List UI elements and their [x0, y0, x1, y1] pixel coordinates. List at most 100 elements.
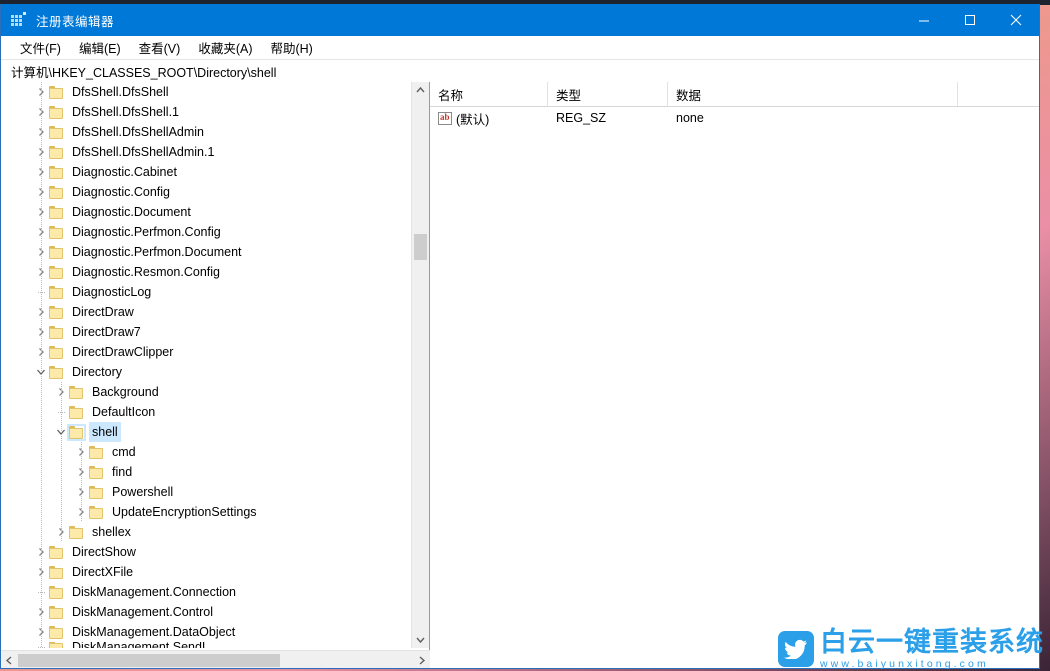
menu-bar: 文件(F) 编辑(E) 查看(V) 收藏夹(A) 帮助(H) — [1, 36, 1039, 60]
tree-item-diskmanagement-connection[interactable]: DiskManagement.Connection — [1, 582, 405, 602]
tree-item-dfsshell-dfsshelladmin[interactable]: DfsShell.DfsShellAdmin — [1, 122, 405, 142]
tree-item-label: Powershell — [109, 482, 176, 502]
menu-help[interactable]: 帮助(H) — [261, 36, 321, 59]
tree-guide-line — [61, 442, 62, 462]
tree-guide-line — [41, 502, 42, 522]
tree-guide-line — [41, 602, 42, 622]
tree-item-diagnostic-perfmon-document[interactable]: Diagnostic.Perfmon.Document — [1, 242, 405, 262]
tree-item-directory[interactable]: Directory — [1, 362, 405, 382]
tree-guide-line — [41, 482, 42, 502]
tree-item-background[interactable]: Background — [1, 382, 405, 402]
tree-item-diagnostic-resmon-config[interactable]: Diagnostic.Resmon.Config — [1, 262, 405, 282]
menu-edit[interactable]: 编辑(E) — [70, 36, 130, 59]
column-data[interactable]: 数据 — [668, 82, 958, 106]
tree-guide-line — [41, 222, 42, 242]
minimize-button[interactable] — [901, 4, 947, 36]
tree-item-directdraw[interactable]: DirectDraw — [1, 302, 405, 322]
column-type[interactable]: 类型 — [548, 82, 668, 106]
tree-guide-line — [81, 502, 82, 522]
folder-icon — [49, 626, 64, 639]
tree-guide-line — [41, 162, 42, 182]
tree-guide-line — [41, 422, 42, 442]
tree-scroll-thumb[interactable] — [414, 234, 427, 260]
scroll-left-arrow[interactable] — [1, 656, 18, 665]
tree-guide-line — [41, 442, 42, 462]
tree-item-diskmanagement-control[interactable]: DiskManagement.Control — [1, 602, 405, 622]
registry-key-tree[interactable]: DfsShell.DfsShellDfsShell.DfsShell.1DfsS… — [1, 82, 405, 648]
folder-icon — [49, 126, 64, 139]
tree-item-label: DirectXFile — [69, 562, 136, 582]
tree-item-shellex[interactable]: shellex — [1, 522, 405, 542]
tree-guide-line — [61, 502, 62, 522]
folder-icon — [49, 642, 64, 648]
tree-guide-line — [61, 422, 62, 442]
tree-item-diagnostic-cabinet[interactable]: Diagnostic.Cabinet — [1, 162, 405, 182]
address-bar[interactable]: 计算机\HKEY_CLASSES_ROOT\Directory\shell — [1, 60, 1039, 83]
folder-icon — [49, 166, 64, 179]
menu-favorites[interactable]: 收藏夹(A) — [189, 36, 261, 59]
menu-file[interactable]: 文件(F) — [11, 36, 70, 59]
tree-item-diagnostic-perfmon-config[interactable]: Diagnostic.Perfmon.Config — [1, 222, 405, 242]
scroll-right-arrow[interactable] — [413, 656, 430, 665]
tree-item-directdrawclipper[interactable]: DirectDrawClipper — [1, 342, 405, 362]
tree-guide-line — [61, 482, 62, 502]
menu-view[interactable]: 查看(V) — [130, 36, 190, 59]
table-row[interactable]: (默认) REG_SZ none — [430, 107, 1040, 129]
tree-hscroll-thumb[interactable] — [18, 654, 280, 667]
tree-item-dfsshell-dfsshelladmin-1[interactable]: DfsShell.DfsShellAdmin.1 — [1, 142, 405, 162]
tree-guide-line — [81, 462, 82, 482]
tree-item-label: shellex — [89, 522, 134, 542]
tree-guide-line — [41, 622, 42, 642]
folder-icon — [49, 306, 64, 319]
registry-editor-window: 注册表编辑器 文件(F) 编辑(E) 查看(V) 收藏夹(A) 帮助(H) 计算… — [0, 4, 1040, 669]
folder-icon — [49, 366, 64, 379]
tree-item-dfsshell-dfsshell[interactable]: DfsShell.DfsShell — [1, 82, 405, 102]
tree-item-label: Diagnostic.Cabinet — [69, 162, 180, 182]
tree-item-diagnosticlog[interactable]: DiagnosticLog — [1, 282, 405, 302]
tree-item-updateencryptionsettings[interactable]: UpdateEncryptionSettings — [1, 502, 405, 522]
folder-icon — [49, 86, 64, 99]
tree-guide-line — [41, 122, 42, 142]
folder-icon — [49, 246, 64, 259]
tree-guide-line — [41, 362, 42, 382]
folder-icon — [49, 286, 64, 299]
watermark-url: www.baiyunxitong.com — [820, 659, 1044, 670]
tree-guide-line — [41, 342, 42, 362]
scroll-up-arrow[interactable] — [412, 82, 429, 99]
column-name[interactable]: 名称 — [430, 82, 548, 106]
tree-item-directdraw7[interactable]: DirectDraw7 — [1, 322, 405, 342]
tree-item-cmd[interactable]: cmd — [1, 442, 405, 462]
folder-icon — [49, 586, 64, 599]
registry-path: 计算机\HKEY_CLASSES_ROOT\Directory\shell — [11, 62, 276, 81]
tree-item-label: DiagnosticLog — [69, 282, 154, 302]
tree-item-label: DirectDraw7 — [69, 322, 144, 342]
watermark: 白云一键重装系统 www.baiyunxitong.com — [778, 629, 1044, 670]
main-content: DfsShell.DfsShellDfsShell.DfsShell.1DfsS… — [1, 82, 1040, 669]
tree-item-shell[interactable]: shell — [1, 422, 405, 442]
tree-item-find[interactable]: find — [1, 462, 405, 482]
tree-guide-line — [81, 442, 82, 462]
scroll-down-arrow[interactable] — [412, 631, 429, 648]
tree-horizontal-scrollbar[interactable] — [1, 650, 430, 669]
tree-item-label: Diagnostic.Perfmon.Config — [69, 222, 224, 242]
tree-item-diskmanagement-dataobject[interactable]: DiskManagement.DataObject — [1, 622, 405, 642]
tree-item-label: DfsShell.DfsShell.1 — [69, 102, 182, 122]
tree-item-diskmanagement-sendi[interactable]: DiskManagement.SendI — [1, 642, 405, 648]
close-button[interactable] — [993, 4, 1039, 36]
tree-item-label: DiskManagement.SendI — [69, 642, 208, 648]
tree-item-dfsshell-dfsshell-1[interactable]: DfsShell.DfsShell.1 — [1, 102, 405, 122]
tree-vertical-scrollbar[interactable] — [411, 82, 429, 648]
values-pane: 名称 类型 数据 (默认) REG_SZ none — [430, 82, 1040, 669]
tree-item-directshow[interactable]: DirectShow — [1, 542, 405, 562]
tree-item-directxfile[interactable]: DirectXFile — [1, 562, 405, 582]
tree-item-label: DfsShell.DfsShellAdmin — [69, 122, 207, 142]
tree-guide-line — [41, 562, 42, 582]
folder-icon — [49, 346, 64, 359]
folder-icon — [69, 426, 84, 439]
tree-item-powershell[interactable]: Powershell — [1, 482, 405, 502]
folder-icon — [49, 146, 64, 159]
maximize-button[interactable] — [947, 4, 993, 36]
tree-item-diagnostic-config[interactable]: Diagnostic.Config — [1, 182, 405, 202]
tree-item-defaulticon[interactable]: DefaultIcon — [1, 402, 405, 422]
tree-item-diagnostic-document[interactable]: Diagnostic.Document — [1, 202, 405, 222]
